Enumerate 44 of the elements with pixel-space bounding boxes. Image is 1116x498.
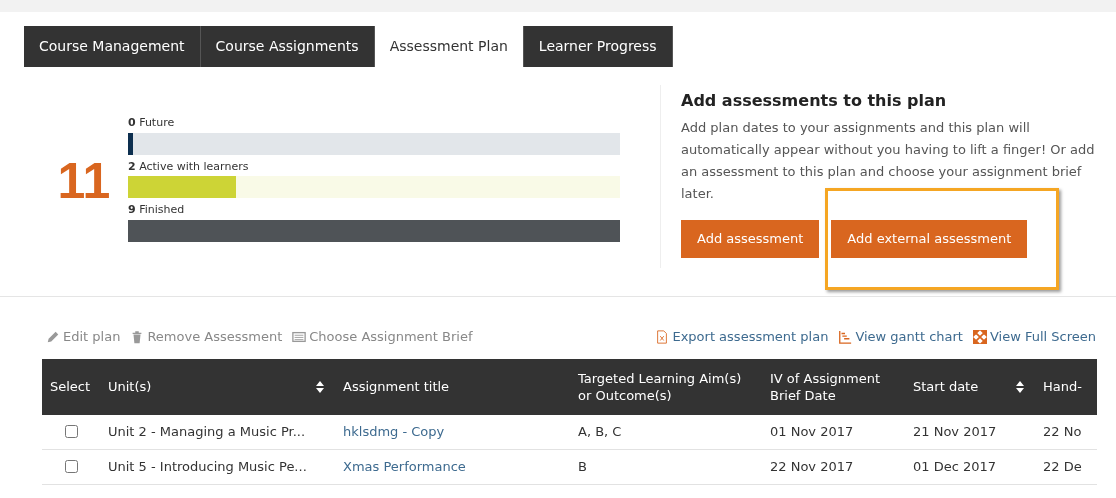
table-cell: B	[578, 458, 587, 474]
toolbar-action[interactable]: Remove Assessment	[147, 327, 283, 347]
column-header: IV of Assignment Brief Date	[770, 369, 882, 404]
table-cell: Unit 2 - Managing a Music Pr...	[108, 423, 306, 439]
column-header: Start date	[913, 378, 979, 395]
row-checkbox[interactable]	[64, 460, 78, 473]
column-header: Select	[50, 378, 91, 395]
tab[interactable]: Course Management	[24, 26, 201, 67]
toolbar-link[interactable]: View Full Screen	[989, 327, 1096, 347]
total-count: 11	[56, 152, 112, 211]
table-cell: A, B, C	[578, 423, 622, 439]
stat-label: 2 Active with learners	[128, 158, 250, 175]
table-cell: Unit 5 - Introducing Music Pe...	[108, 458, 307, 474]
toolbar-action[interactable]: Edit plan	[63, 327, 121, 347]
toolbar-action[interactable]: Choose Assignment Brief	[309, 327, 473, 347]
sort-icon[interactable]	[1015, 380, 1025, 393]
add-button[interactable]: Add assessment	[681, 220, 820, 258]
pencil-icon	[46, 329, 60, 344]
tab[interactable]: Course Assignments	[200, 26, 375, 67]
toolbar-link[interactable]: Export assessment plan	[672, 327, 829, 347]
sort-icon[interactable]	[315, 380, 325, 393]
panel-description: Add plan dates to your assignments and this plan will automatically appear without you having to lift a finger! Or add an assessment to this plan and choose your assignment brief later.	[681, 119, 1096, 203]
column-header: Unit(s)	[108, 378, 152, 395]
list-icon	[292, 329, 307, 344]
table-cell: 21 Nov 2017	[913, 423, 997, 439]
row-checkbox[interactable]	[64, 425, 78, 438]
column-header: Hand-	[1043, 378, 1082, 395]
gantt-chart-icon	[838, 329, 853, 344]
assignment-link[interactable]: hklsdmg - Copy	[343, 423, 445, 439]
toolbar-link[interactable]: View gantt chart	[855, 327, 963, 347]
table-cell: 01 Dec 2017	[913, 458, 997, 474]
column-header: Assignment title	[343, 378, 450, 395]
add-button[interactable]: Add external assessment	[831, 220, 1028, 258]
stat-label: 9 Finished	[128, 202, 186, 219]
table-cell: 22 No	[1043, 423, 1082, 439]
table-cell: 22 De	[1043, 458, 1082, 474]
stat-label: 0 Future	[128, 115, 176, 132]
panel-title: Add assessments to this plan	[681, 90, 948, 112]
tab[interactable]: Learner Progress	[523, 26, 673, 67]
assignment-link[interactable]: Xmas Performance	[343, 458, 466, 474]
table-cell: 22 Nov 2017	[770, 458, 854, 474]
column-header: Targeted Learning Aim(s) or Outcome(s)	[578, 369, 743, 404]
table-cell: 01 Nov 2017	[770, 423, 854, 439]
spreadsheet-file-icon	[655, 329, 670, 344]
